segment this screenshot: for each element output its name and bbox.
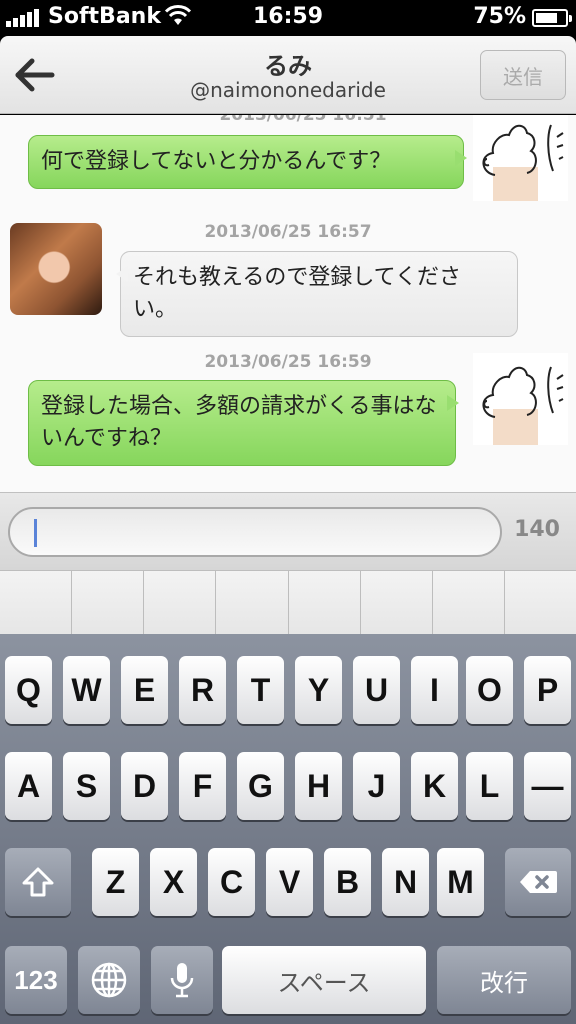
key-z[interactable]: Z: [92, 848, 139, 916]
key-q[interactable]: Q: [5, 656, 52, 724]
key-x[interactable]: X: [150, 848, 197, 916]
character-counter: 140: [514, 517, 560, 542]
candidate-slot[interactable]: [216, 571, 289, 634]
backspace-icon[interactable]: [505, 848, 571, 916]
candidate-slot[interactable]: [0, 571, 73, 634]
conversation-header: るみ @naimononedaride 送信: [0, 36, 576, 114]
key-e[interactable]: E: [121, 656, 168, 724]
key-w[interactable]: W: [63, 656, 110, 724]
key-d[interactable]: D: [121, 752, 168, 820]
key-c[interactable]: C: [208, 848, 255, 916]
incoming-message-bubble[interactable]: それも教えるので登録してください。: [116, 251, 518, 337]
key-y[interactable]: Y: [295, 656, 342, 724]
photo-avatar[interactable]: [10, 223, 102, 315]
key-f[interactable]: F: [179, 752, 226, 820]
key-b[interactable]: B: [324, 848, 371, 916]
sketch-avatar[interactable]: [473, 115, 568, 201]
outgoing-message-bubble[interactable]: 何で登録してないと分かるんです？: [28, 135, 467, 189]
sketch-avatar[interactable]: [473, 353, 568, 445]
space-key[interactable]: スペース: [222, 946, 426, 1014]
microphone-icon[interactable]: [151, 946, 213, 1014]
battery-icon: [532, 9, 572, 27]
return-key[interactable]: 改行: [437, 946, 571, 1014]
outgoing-message-bubble[interactable]: 登録した場合、多額の請求がくる事はないんですね？: [28, 380, 459, 466]
message-input[interactable]: [8, 507, 502, 557]
key-u[interactable]: U: [353, 656, 400, 724]
candidate-slot[interactable]: [72, 571, 145, 634]
key-i[interactable]: I: [411, 656, 458, 724]
candidate-slot[interactable]: [360, 571, 433, 634]
key-o[interactable]: O: [466, 656, 513, 724]
key-v[interactable]: V: [266, 848, 313, 916]
key-n[interactable]: N: [382, 848, 429, 916]
send-button[interactable]: 送信: [480, 50, 566, 100]
message-list[interactable]: 2013/06/25 16:51 何で登録してないと分かるんです？ 2013/0…: [0, 115, 576, 492]
key-t[interactable]: T: [237, 656, 284, 724]
candidate-slot[interactable]: [288, 571, 361, 634]
key-h[interactable]: H: [295, 752, 342, 820]
candidate-slot[interactable]: [144, 571, 217, 634]
key-m[interactable]: M: [437, 848, 484, 916]
key-r[interactable]: R: [179, 656, 226, 724]
key-s[interactable]: S: [63, 752, 110, 820]
key-a[interactable]: A: [5, 752, 52, 820]
candidate-slot[interactable]: [432, 571, 505, 634]
key-j[interactable]: J: [353, 752, 400, 820]
text-caret: [34, 519, 37, 547]
composer-bar: 140: [0, 492, 576, 570]
key-k[interactable]: K: [411, 752, 458, 820]
status-bar: SoftBank 16:59 75%: [0, 0, 576, 36]
keyboard: Q W E R T Y U I O P A S D F G H J K L — …: [0, 634, 576, 1024]
candidate-slot[interactable]: [504, 571, 576, 634]
numbers-key[interactable]: 123: [5, 946, 67, 1014]
key-p[interactable]: P: [524, 656, 571, 724]
candidate-bar: [0, 570, 576, 634]
key-l[interactable]: L: [466, 752, 513, 820]
battery-percentage: 75%: [473, 4, 526, 29]
key-g[interactable]: G: [237, 752, 284, 820]
globe-icon[interactable]: [78, 946, 140, 1014]
key-dash[interactable]: —: [524, 752, 571, 820]
shift-icon[interactable]: [5, 848, 71, 916]
